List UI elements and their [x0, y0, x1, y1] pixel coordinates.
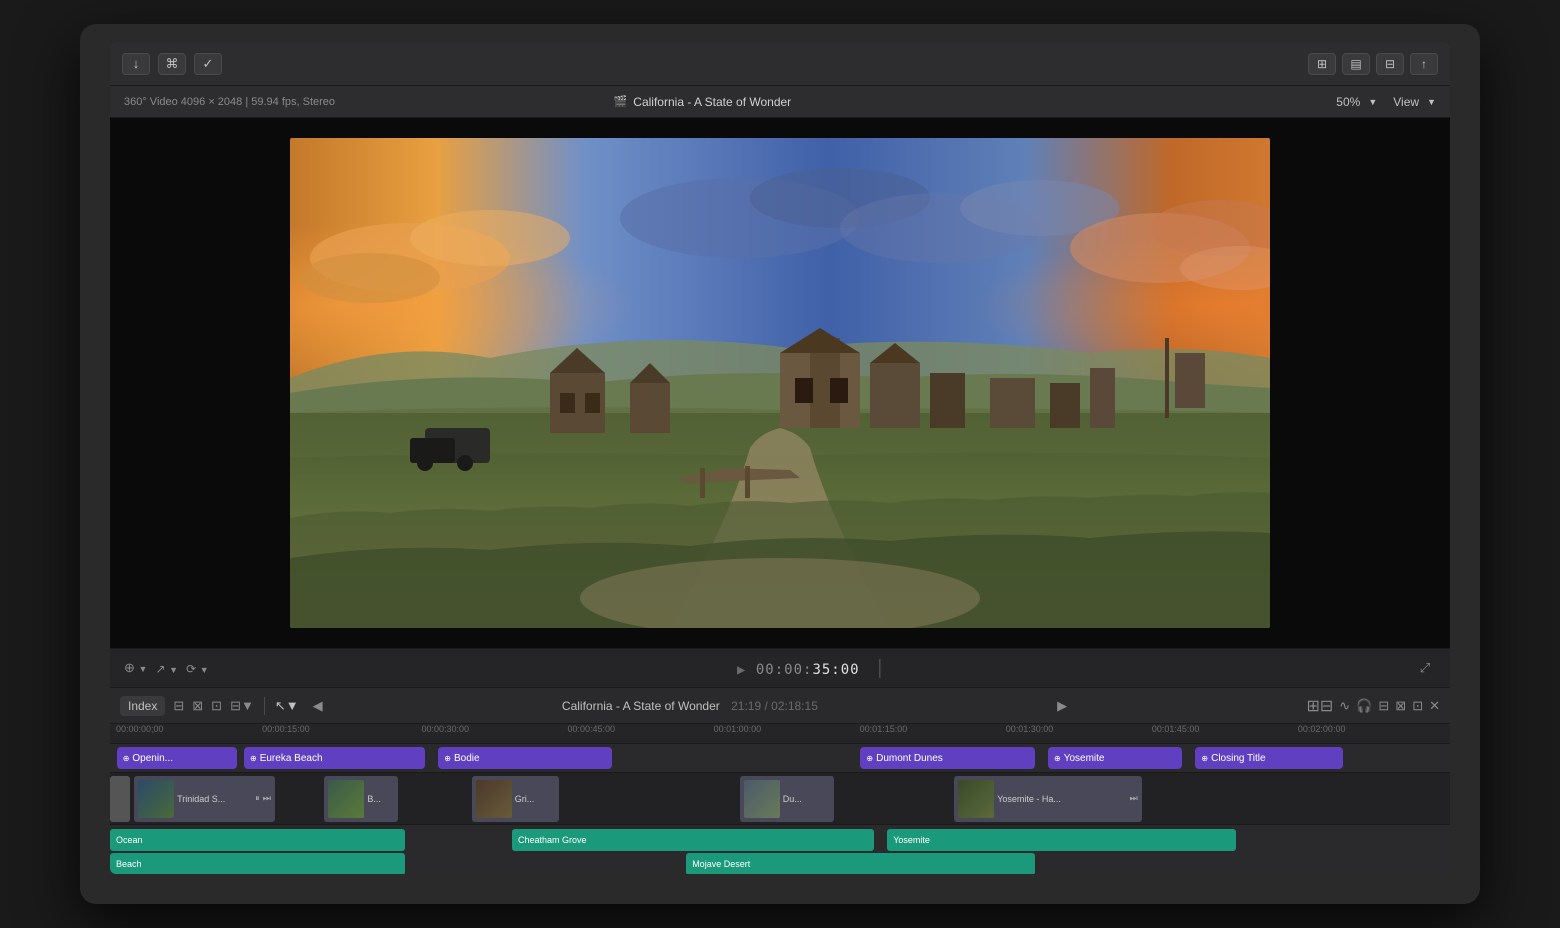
clip-trinidad[interactable]: Trinidad S... ⏸ ⏭	[134, 776, 275, 822]
video-specs: 360° Video 4096 × 2048 | 59.94 fps, Ster…	[124, 96, 335, 108]
audio-tracks: Ocean Cheatham Grove Yosemite Beach Moja…	[110, 824, 1450, 874]
next-marker-btn[interactable]: ▶	[1057, 698, 1067, 714]
clip-icon: ⊕	[123, 754, 130, 763]
clip-bodie[interactable]: ⊕ Bodie	[438, 747, 612, 769]
clip-view-btn3[interactable]: ⊡	[211, 698, 222, 714]
audio-mojave[interactable]: Mojave Desert	[686, 853, 1034, 874]
snapping-icon[interactable]: ⊡	[1412, 698, 1423, 714]
screen: ↓ ⌘ ✓ ⊞ ▤ ⊟ ↑	[110, 42, 1450, 874]
arrow-tool-btn[interactable]: ↖▼	[275, 698, 299, 714]
analyze-button[interactable]: ✓	[194, 53, 222, 75]
audio-yosemite[interactable]: Yosemite	[887, 829, 1235, 851]
clip-yosemite[interactable]: ⊕ Yosemite	[1048, 747, 1182, 769]
clip-opening[interactable]: ⊕ Openin...	[117, 747, 238, 769]
laptop-frame: ↓ ⌘ ✓ ⊞ ▤ ⊟ ↑	[80, 24, 1480, 904]
audio-beach[interactable]: Beach	[110, 853, 405, 874]
zoom-control[interactable]: 50% ▼ View ▼	[1336, 95, 1436, 109]
chevron-down-icon-view: ▼	[1427, 97, 1436, 107]
clip-view-btn2[interactable]: ⊠	[192, 698, 203, 714]
chevron-down-icon: ▼	[169, 665, 178, 675]
fullscreen-button[interactable]: ⤢	[1414, 657, 1436, 679]
globe-icon: ⊕	[124, 660, 135, 675]
playback-controls-left: ⊕ ▼ ↗ ▼ ⟳ ▼	[124, 660, 209, 676]
timeline-tool-icons: ⊞⊟ ∿ 🎧 ⊟ ⊠ ⊡ ✕	[1306, 696, 1440, 716]
toolbar-left: ↓ ⌘ ✓	[122, 53, 222, 75]
clip-icon: ⊕	[1201, 754, 1208, 763]
preview-area	[110, 118, 1450, 648]
clip-icon: ⊕	[1054, 754, 1061, 763]
primary-track: ⊕ Openin... ⊕ Eureka Beach ⊕ Bodie ⊕ Dum…	[110, 744, 1450, 772]
chevron-down-icon: ▼	[139, 664, 148, 674]
clip-closing-title[interactable]: ⊕ Closing Title	[1195, 747, 1342, 769]
toolbar: ↓ ⌘ ✓ ⊞ ▤ ⊟ ↑	[110, 42, 1450, 86]
keyword-button[interactable]: ⌘	[158, 53, 186, 75]
browser-grid-button[interactable]: ⊞	[1308, 53, 1336, 75]
transform-button[interactable]: ↗ ▼	[155, 661, 178, 676]
speed-icon: ⟳	[186, 662, 196, 676]
clip-height-btn[interactable]: ⊟▼	[230, 698, 254, 714]
waveform-icon: ∿	[1339, 698, 1350, 714]
clip-icon: ⊕	[250, 754, 257, 763]
inspector-button[interactable]: ⊟	[1376, 53, 1404, 75]
clip-view-btn[interactable]: ⊟	[173, 698, 184, 714]
download-icon: ↓	[133, 56, 140, 71]
sliders-icon: ⊟	[1385, 57, 1395, 71]
timeline-tracks: ⊕ Openin... ⊕ Eureka Beach ⊕ Bodie ⊕ Dum…	[110, 744, 1450, 874]
speed-button[interactable]: ⟳ ▼	[186, 661, 209, 676]
timeline-controls: Index ⊟ ⊠ ⊡ ⊟▼ ↖▼ ◀ California - A State…	[110, 688, 1450, 724]
share-button[interactable]: ↑	[1410, 53, 1438, 75]
chevron-down-icon: ▼	[1368, 97, 1377, 107]
import-button[interactable]: ↓	[122, 53, 150, 75]
index-button[interactable]: Index	[120, 696, 165, 716]
prev-marker-btn[interactable]: ◀	[313, 698, 323, 714]
arrow-icon: ↗	[155, 662, 165, 676]
browser-list-button[interactable]: ▤	[1342, 53, 1370, 75]
playback-options-button[interactable]: ⊕ ▼	[124, 660, 147, 676]
key-icon: ⌘	[166, 56, 179, 72]
audio-ocean[interactable]: Ocean	[110, 829, 405, 851]
headphones-icon[interactable]: 🎧	[1356, 698, 1372, 714]
project-title-display: 🎬 California - A State of Wonder	[614, 95, 792, 109]
video-preview	[290, 138, 1270, 628]
clip-icon: ⊕	[444, 754, 451, 763]
list-icon: ▤	[1350, 57, 1361, 71]
clip-gri[interactable]: Gri...	[472, 776, 559, 822]
timeline-project-title: California - A State of Wonder 21:19 / 0…	[562, 699, 818, 713]
share-icon: ↑	[1421, 57, 1427, 71]
chevron-down-icon: ▼	[200, 665, 209, 675]
grid-icon: ⊞	[1317, 57, 1327, 71]
audio-meter-icon: ⊞⊟	[1306, 696, 1333, 716]
audio-cheatham[interactable]: Cheatham Grove	[512, 829, 874, 851]
timecode-display: ▶ 00:00:35:00 │	[219, 659, 1404, 678]
info-bar: 360° Video 4096 × 2048 | 59.94 fps, Ster…	[110, 86, 1450, 118]
secondary-clip-stub	[110, 776, 130, 822]
separator	[264, 697, 265, 715]
timeline-ruler: 00:00:00;00 00:00:15:00 00:00:30:00 00:0…	[110, 724, 1450, 744]
expand-icon: ⤢	[1420, 660, 1430, 676]
clip-b[interactable]: B...	[324, 776, 398, 822]
close-timeline-icon[interactable]: ✕	[1429, 698, 1440, 714]
clip-icon: ⊕	[866, 754, 873, 763]
film-icon: 🎬	[614, 95, 628, 108]
clip-yosemite-ha[interactable]: Yosemite - Ha... ⏭	[954, 776, 1142, 822]
clip-dumont[interactable]: ⊕ Dumont Dunes	[860, 747, 1034, 769]
clip-eureka[interactable]: ⊕ Eureka Beach	[244, 747, 425, 769]
clip-du[interactable]: Du...	[740, 776, 834, 822]
film-strip-icon[interactable]: ⊟	[1378, 698, 1389, 714]
clip-info-icon[interactable]: ⊠	[1395, 698, 1406, 714]
playback-bar: ⊕ ▼ ↗ ▼ ⟳ ▼ ▶ 00:00:35:00 │ ⤢	[110, 648, 1450, 688]
secondary-track: Trinidad S... ⏸ ⏭ B... Gri...	[110, 772, 1450, 824]
toolbar-right: ⊞ ▤ ⊟ ↑	[1308, 53, 1438, 75]
check-icon: ✓	[203, 56, 214, 72]
